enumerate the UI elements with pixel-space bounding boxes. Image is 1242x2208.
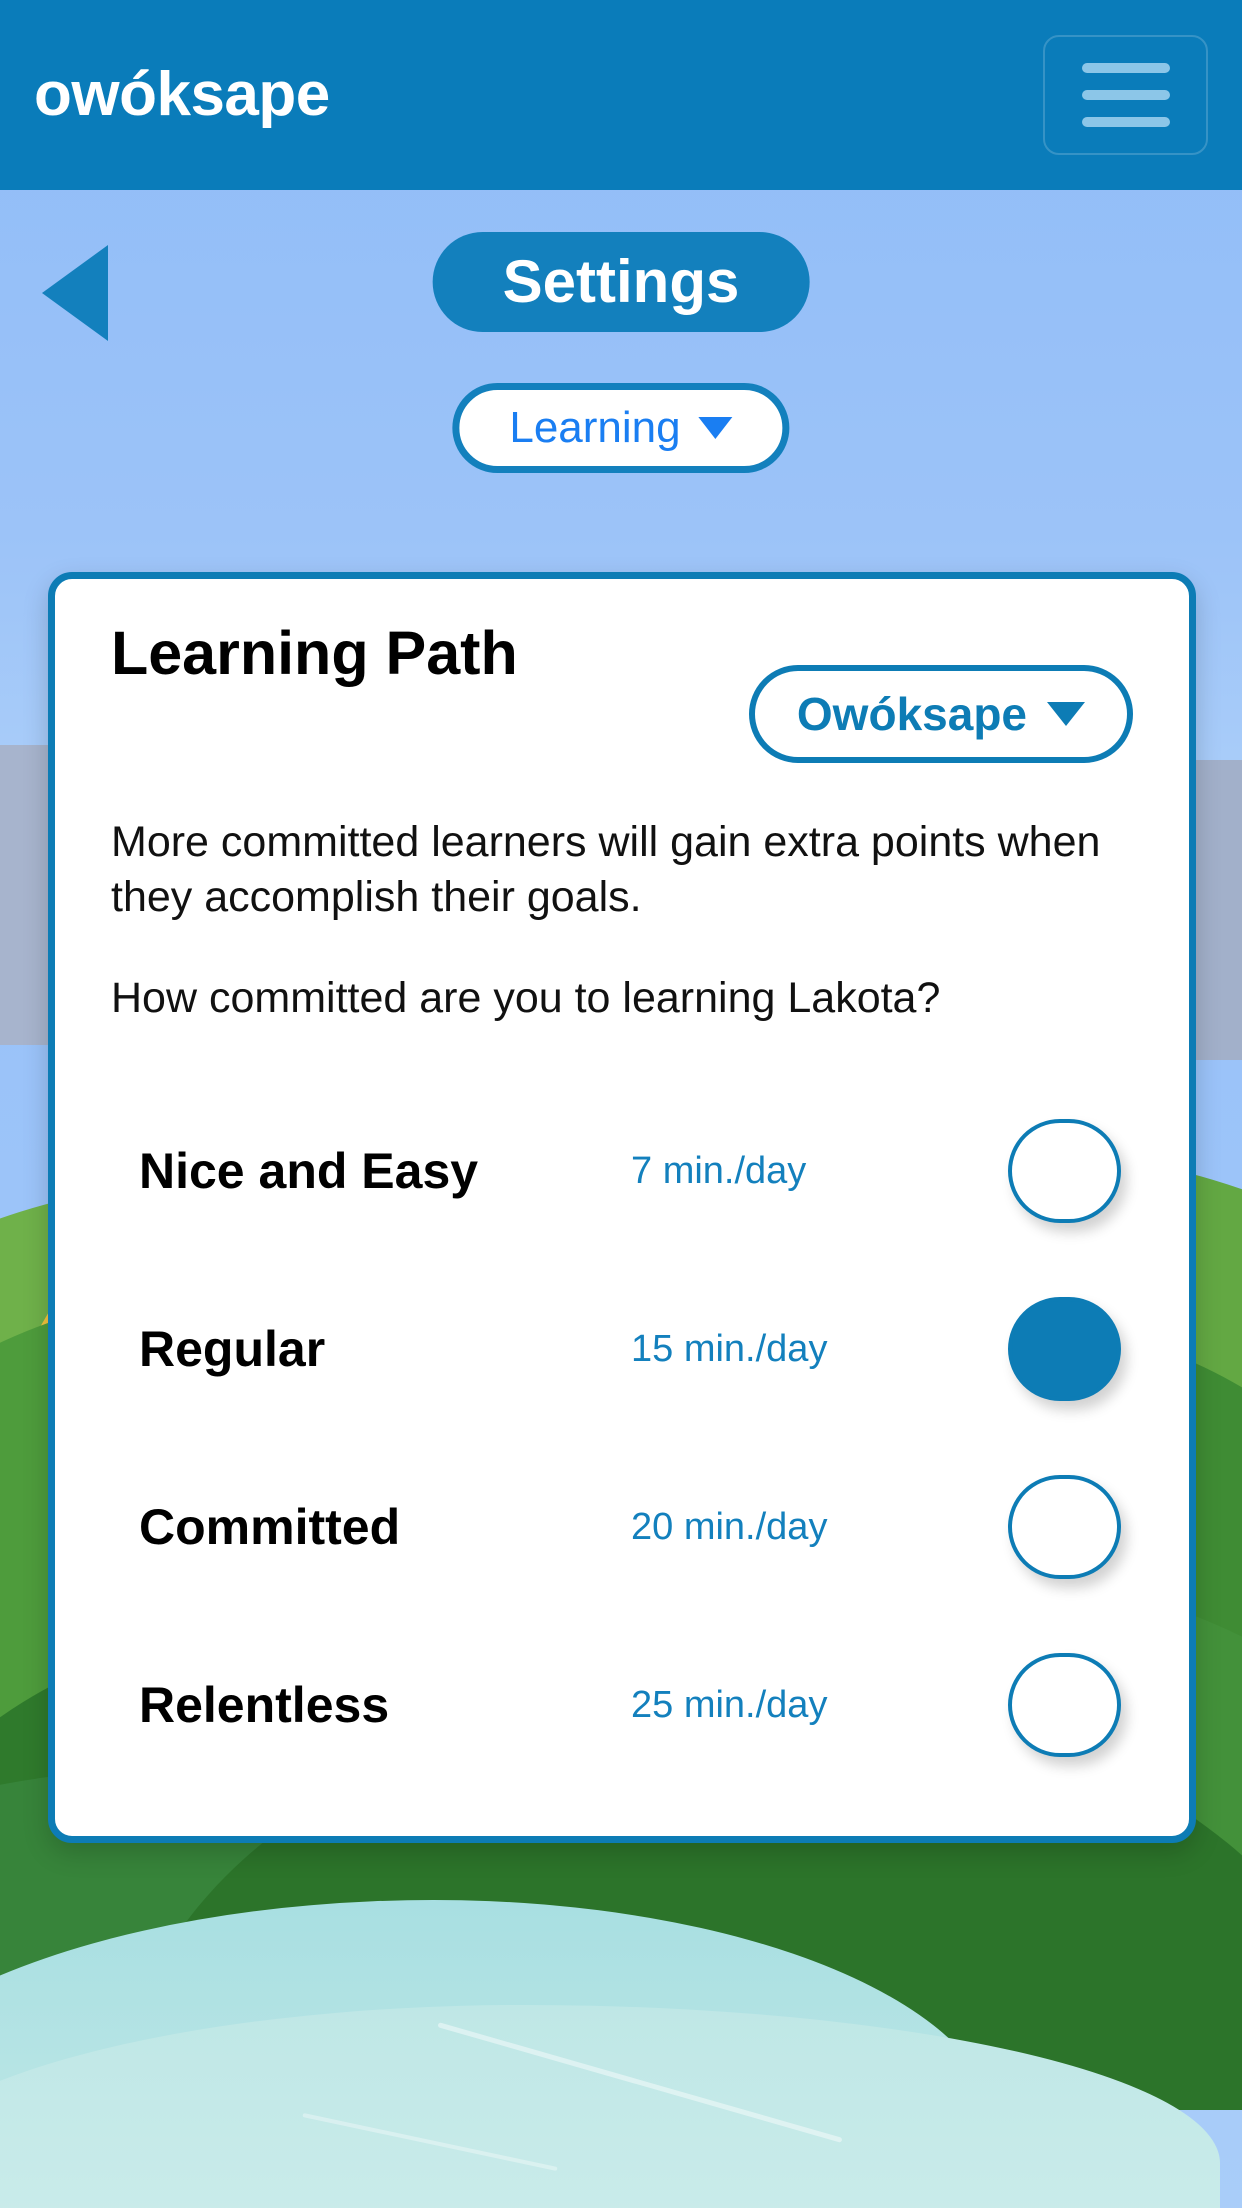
option-duration: 25 min./day [631, 1684, 828, 1727]
list-item[interactable]: Nice and Easy 7 min./day [111, 1082, 1133, 1260]
section-dropdown[interactable]: Learning [452, 383, 790, 474]
hamburger-menu-icon [1081, 63, 1170, 73]
chevron-down-icon [1047, 702, 1085, 726]
language-dropdown-label: Owóksape [796, 688, 1027, 740]
hamburger-menu-icon [1081, 90, 1170, 100]
radio-button[interactable] [1008, 1475, 1121, 1580]
commitment-options-list: Nice and Easy 7 min./day Regular 15 min.… [111, 1082, 1133, 1794]
list-item[interactable]: Committed 20 min./day [111, 1438, 1133, 1616]
list-item[interactable]: Regular 15 min./day [111, 1260, 1133, 1438]
option-duration: 7 min./day [631, 1150, 807, 1193]
card-description: More committed learners will gain extra … [111, 818, 1101, 922]
option-duration: 20 min./day [631, 1506, 828, 1549]
option-label: Committed [139, 1499, 401, 1556]
back-arrow-icon[interactable] [42, 245, 108, 341]
radio-button-selected[interactable] [1008, 1297, 1121, 1402]
option-label: Regular [139, 1321, 326, 1378]
hamburger-menu-button[interactable] [1043, 35, 1208, 155]
list-item[interactable]: Relentless 25 min./day [111, 1616, 1133, 1794]
section-dropdown-label: Learning [509, 403, 681, 452]
radio-button[interactable] [1008, 1119, 1121, 1224]
card-question: How committed are you to learning Lakota… [111, 974, 941, 1023]
option-duration: 15 min./day [631, 1328, 828, 1371]
option-label: Relentless [139, 1677, 390, 1734]
page-title: Settings [432, 232, 810, 332]
app-logo[interactable]: owóksape [34, 64, 330, 126]
app-header: owóksape [0, 0, 1242, 190]
card-title: Learning Path [111, 619, 518, 687]
page-header: Settings Learning [0, 190, 1242, 510]
radio-button[interactable] [1008, 1653, 1121, 1758]
language-dropdown[interactable]: Owóksape [748, 665, 1133, 763]
hamburger-menu-icon [1081, 117, 1170, 127]
learning-path-card: Learning Path Owóksape More committed le… [48, 572, 1196, 1844]
card-header: Learning Path Owóksape [111, 623, 1133, 763]
option-label: Nice and Easy [139, 1143, 479, 1200]
chevron-down-icon [698, 417, 733, 440]
app-screen: owóksape Settings Learning Learning Path… [0, 0, 1242, 2208]
